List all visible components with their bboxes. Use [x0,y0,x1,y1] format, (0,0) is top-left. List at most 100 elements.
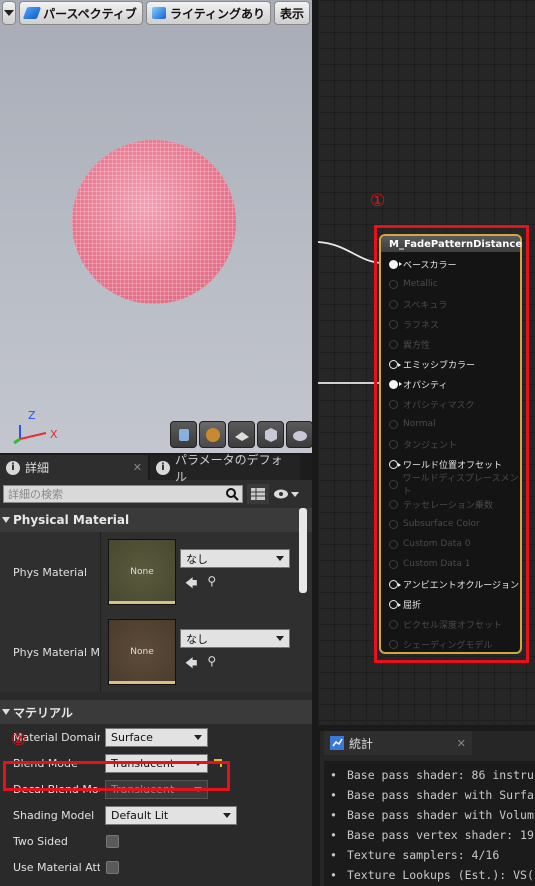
details-search-input[interactable]: 詳細の検索 [3,485,243,503]
phys-material-map-controls: なし 🡄 ⚲ [180,629,290,675]
stats-body: • Base pass shader: 86 instru • Base pass s… [324,761,535,886]
material-domain-value: Surface [111,730,153,744]
annotation-box-1 [374,225,529,663]
tab-parameter-defaults[interactable]: i パラメータのデフォル [150,453,300,484]
preview-viewport[interactable]: パースペクティブ ライティングあり 表示 Z X [0,0,312,453]
stats-line-text: Texture samplers: 4/16 [346,848,500,862]
section-material[interactable]: マテリアル [0,700,318,724]
sphere-icon [205,427,220,442]
bullet-icon: • [330,768,337,782]
asset-actions: 🡄 ⚲ [180,654,290,675]
stats-line: • Base pass vertex shader: 19 [324,825,535,845]
cylinder-preview-button[interactable] [170,421,197,448]
grid-icon [251,488,265,500]
stats-icon [330,736,344,750]
annotation-box-2 [3,761,230,791]
tab-stats[interactable]: 統計 ✕ [324,731,472,755]
browse-magnifier-icon[interactable]: ⚲ [207,574,216,595]
info-icon: i [156,460,170,475]
stats-tab-label: 統計 [349,736,374,751]
material-domain-dropdown[interactable]: Surface [105,727,208,747]
perspective-button[interactable]: パースペクティブ [19,1,143,25]
axis-gizmo-icon: Z X [13,409,58,445]
section-material-label: マテリアル [13,705,73,720]
section-spacer [0,692,318,700]
use-selected-arrow-icon[interactable]: 🡄 [185,654,197,675]
use-material-attr-checkbox[interactable] [106,860,119,874]
browse-magnifier-icon[interactable]: ⚲ [207,654,216,675]
two-sided-label: Two Sided [13,834,68,848]
section-physical-material[interactable]: Physical Material [0,508,318,532]
plane-preview-button[interactable] [228,421,255,448]
phys-material-picker[interactable]: なし [180,549,290,568]
annotation-label-1: ① [370,191,386,211]
chevron-down-icon [276,556,284,561]
property-matrix-button[interactable] [247,484,269,504]
perspective-label: パースペクティブ [43,6,137,21]
shading-model-row: Shading Model Default Lit [0,802,318,828]
stats-line-text: Base pass vertex shader: 19 [346,828,534,842]
column-divider [100,612,101,692]
shading-model-label: Shading Model [13,808,95,822]
preview-mesh-toolbar [170,421,312,448]
phys-material-row: Phys Material None なし 🡄 ⚲ [0,532,318,612]
info-icon: i [6,460,20,475]
phys-material-map-thumb-label: None [130,647,154,657]
viewport-toolbar: パースペクティブ ライティングあり 表示 [0,0,312,28]
search-icon [226,488,239,501]
viewport-options-button[interactable] [2,1,17,25]
material-editor: パースペクティブ ライティングあり 表示 Z X i 詳細 ✕ i パラメータの… [0,0,535,886]
tab-details-label: 詳細 [25,461,50,475]
stats-line: • Base pass shader with Surfa [324,785,535,805]
view-options-button[interactable] [273,488,299,500]
use-material-attr-label: Use Material Attri [13,860,100,874]
chevron-down-icon [223,812,231,818]
shading-model-dropdown[interactable]: Default Lit [105,805,237,825]
close-icon[interactable]: ✕ [457,737,466,750]
teapot-icon [292,430,307,441]
stats-panel: 統計 ✕ • Base pass shader: 86 instru • Base p… [320,731,535,886]
use-selected-arrow-icon[interactable]: 🡄 [185,574,197,595]
two-sided-checkbox[interactable] [106,834,119,848]
cube-icon [264,427,277,442]
chevron-down-icon [194,734,202,740]
phys-material-label: Phys Material [13,565,88,579]
chevron-down-icon [276,636,284,641]
custom-mesh-preview-button[interactable] [286,421,312,448]
phys-material-map-value: なし [186,632,208,646]
asset-actions: 🡄 ⚲ [180,574,290,595]
close-icon[interactable]: ✕ [133,461,142,474]
chevron-down-icon [4,10,15,16]
perspective-icon [22,7,42,19]
axis-z-label: Z [28,409,36,422]
lighting-label: ライティングあり [169,6,265,21]
bullet-icon: • [330,828,337,842]
phys-material-thumbnail[interactable]: None [108,539,176,605]
show-button[interactable]: 表示 [273,1,310,25]
details-scrollbar[interactable] [299,508,307,593]
section-physical-label: Physical Material [13,513,130,527]
stats-line: • Base pass shader: 86 instru [324,765,535,785]
show-label: 表示 [279,6,304,21]
phys-material-map-picker[interactable]: なし [180,629,290,648]
expand-arrow-icon [2,709,10,715]
preview-sphere [72,140,236,304]
sphere-preview-button[interactable] [199,421,226,448]
lit-cube-icon [151,7,166,19]
bullet-icon: • [330,868,337,882]
stats-line-text: Base pass shader: 86 instru [346,768,534,782]
search-placeholder: 詳細の検索 [8,488,63,501]
bullet-icon: • [330,848,337,862]
shading-model-value: Default Lit [111,808,169,822]
column-divider [100,532,101,612]
tab-details[interactable]: i 詳細 ✕ [0,455,148,480]
stats-line: • Base pass shader with Volum [324,805,535,825]
stats-line-text: Texture Lookups (Est.): VS( [346,868,534,882]
phys-material-map-thumbnail[interactable]: None [108,619,176,685]
lighting-button[interactable]: ライティングあり [145,1,271,25]
chevron-down-icon [291,491,299,497]
cube-preview-button[interactable] [257,421,284,448]
two-sided-row: Two Sided [0,828,318,854]
plane-icon [234,431,249,441]
axis-x-label: X [50,428,58,441]
